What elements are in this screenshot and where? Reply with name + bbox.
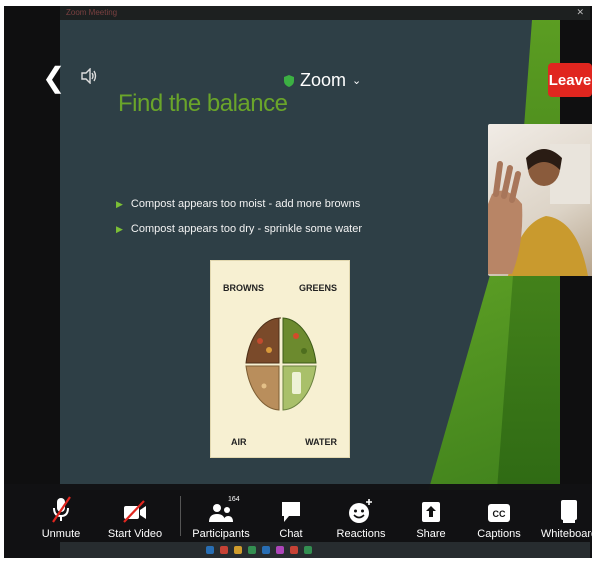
participants-label: Participants (192, 528, 250, 540)
chat-icon (282, 502, 300, 522)
taskbar-app-icon[interactable] (262, 546, 270, 554)
bullet-arrow-icon: ▶ (116, 198, 123, 209)
taskbar-app-icon[interactable] (276, 546, 284, 554)
diagram-label-water: WATER (305, 437, 337, 447)
meeting-top-bar: ❮ Zoom ⌄ Leave (4, 56, 592, 112)
speaker-icon[interactable] (80, 67, 98, 88)
meeting-title-dropdown[interactable]: Zoom ⌄ (284, 70, 361, 91)
captions-label: Captions (477, 528, 521, 540)
share-label: Share (416, 528, 446, 540)
slide-bullet-list: ▶ Compost appears too moist - add more b… (116, 198, 436, 248)
slide-bullet-text: Compost appears too moist - add more bro… (130, 198, 361, 210)
host-window-titlebar: Zoom Meeting ✕ (60, 6, 590, 20)
chat-button[interactable]: Chat (256, 494, 326, 540)
diagram-label-air: AIR (231, 437, 247, 447)
share-screen-icon (422, 502, 440, 522)
taskbar-app-icon[interactable] (220, 546, 228, 554)
unmute-label: Unmute (41, 528, 81, 540)
reactions-button[interactable]: Reactions (326, 494, 396, 540)
captions-icon-text: CC (493, 509, 506, 519)
reactions-label: Reactions (336, 528, 386, 540)
reactions-icon (349, 499, 372, 523)
taskbar-app-icon[interactable] (248, 546, 256, 554)
taskbar-app-icon[interactable] (234, 546, 242, 554)
taskbar-app-icon[interactable] (290, 546, 298, 554)
start-video-label: Start Video (107, 528, 163, 540)
participant-video-frame (488, 144, 590, 276)
muted-mic-icon (52, 496, 71, 523)
slide-bullet: ▶ Compost appears too moist - add more b… (116, 198, 436, 210)
diagram-label-greens: GREENS (298, 283, 337, 293)
participant-video-thumbnail[interactable] (488, 124, 592, 276)
whiteboard-label: Whiteboard (540, 528, 592, 540)
meeting-title: Zoom (300, 70, 347, 90)
captions-button[interactable]: CC Captions (464, 494, 534, 540)
taskbar-app-icon[interactable] (206, 546, 214, 554)
start-video-button[interactable]: Start Video (100, 494, 170, 540)
shield-icon (284, 74, 294, 87)
chevron-left-icon[interactable]: ❮ (42, 64, 65, 92)
diagram-label-browns: BROWNS (223, 283, 264, 293)
chat-label: Chat (279, 528, 303, 540)
participants-button[interactable]: 164 Participants (186, 494, 256, 540)
toolbar-divider (180, 496, 181, 536)
host-window-title: Zoom Meeting (66, 8, 118, 17)
whiteboard-button[interactable]: Whiteboard (534, 494, 592, 540)
bullet-arrow-icon: ▶ (116, 223, 123, 234)
zoom-screen: Zoom Meeting ✕ Find the balance ▶ Compos… (4, 6, 592, 558)
compost-pie-illustration (245, 317, 317, 411)
chevron-down-icon: ⌄ (352, 75, 362, 87)
taskbar-app-icon[interactable] (304, 546, 312, 554)
whiteboard-icon (561, 500, 577, 523)
unmute-button[interactable]: Unmute (26, 494, 96, 540)
leave-button[interactable]: Leave (548, 63, 592, 97)
close-icon[interactable]: ✕ (576, 7, 584, 18)
compost-balance-diagram: BROWNS GREENS AIR WATER (210, 260, 350, 458)
participants-icon (209, 504, 233, 522)
captions-icon: CC (488, 504, 510, 522)
share-button[interactable]: Share (396, 494, 466, 540)
participants-count-badge: 164 (228, 496, 240, 503)
slide-bullet: ▶ Compost appears too dry - sprinkle som… (116, 223, 436, 235)
slide-bullet-text: Compost appears too dry - sprinkle some … (130, 223, 363, 235)
host-taskbar (60, 542, 590, 558)
video-camera-off-icon (123, 500, 146, 523)
